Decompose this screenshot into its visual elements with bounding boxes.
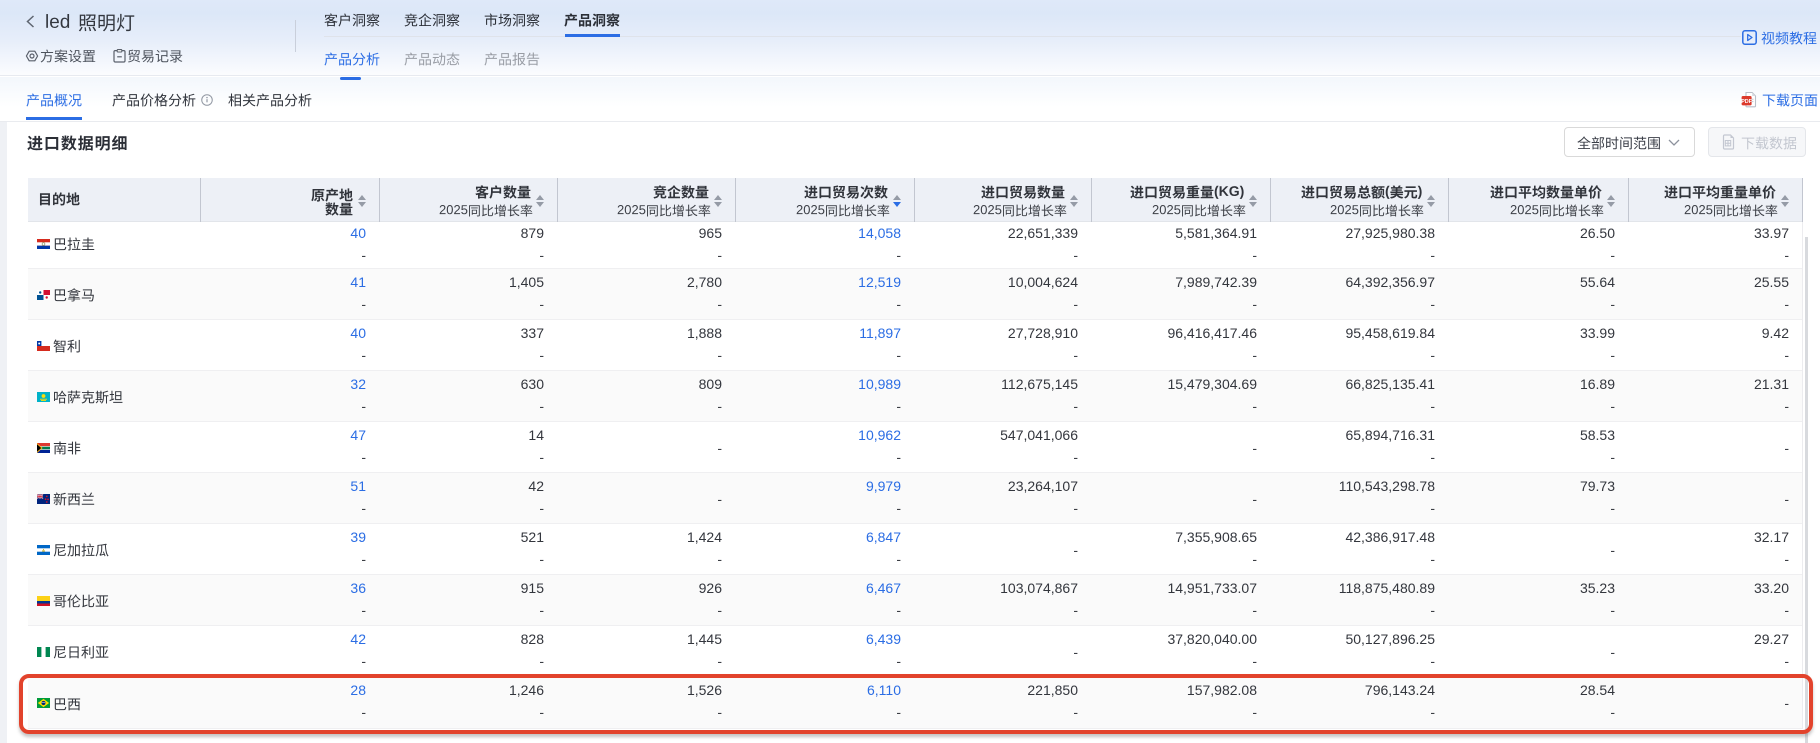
svg-text:PDF: PDF	[1741, 99, 1752, 105]
